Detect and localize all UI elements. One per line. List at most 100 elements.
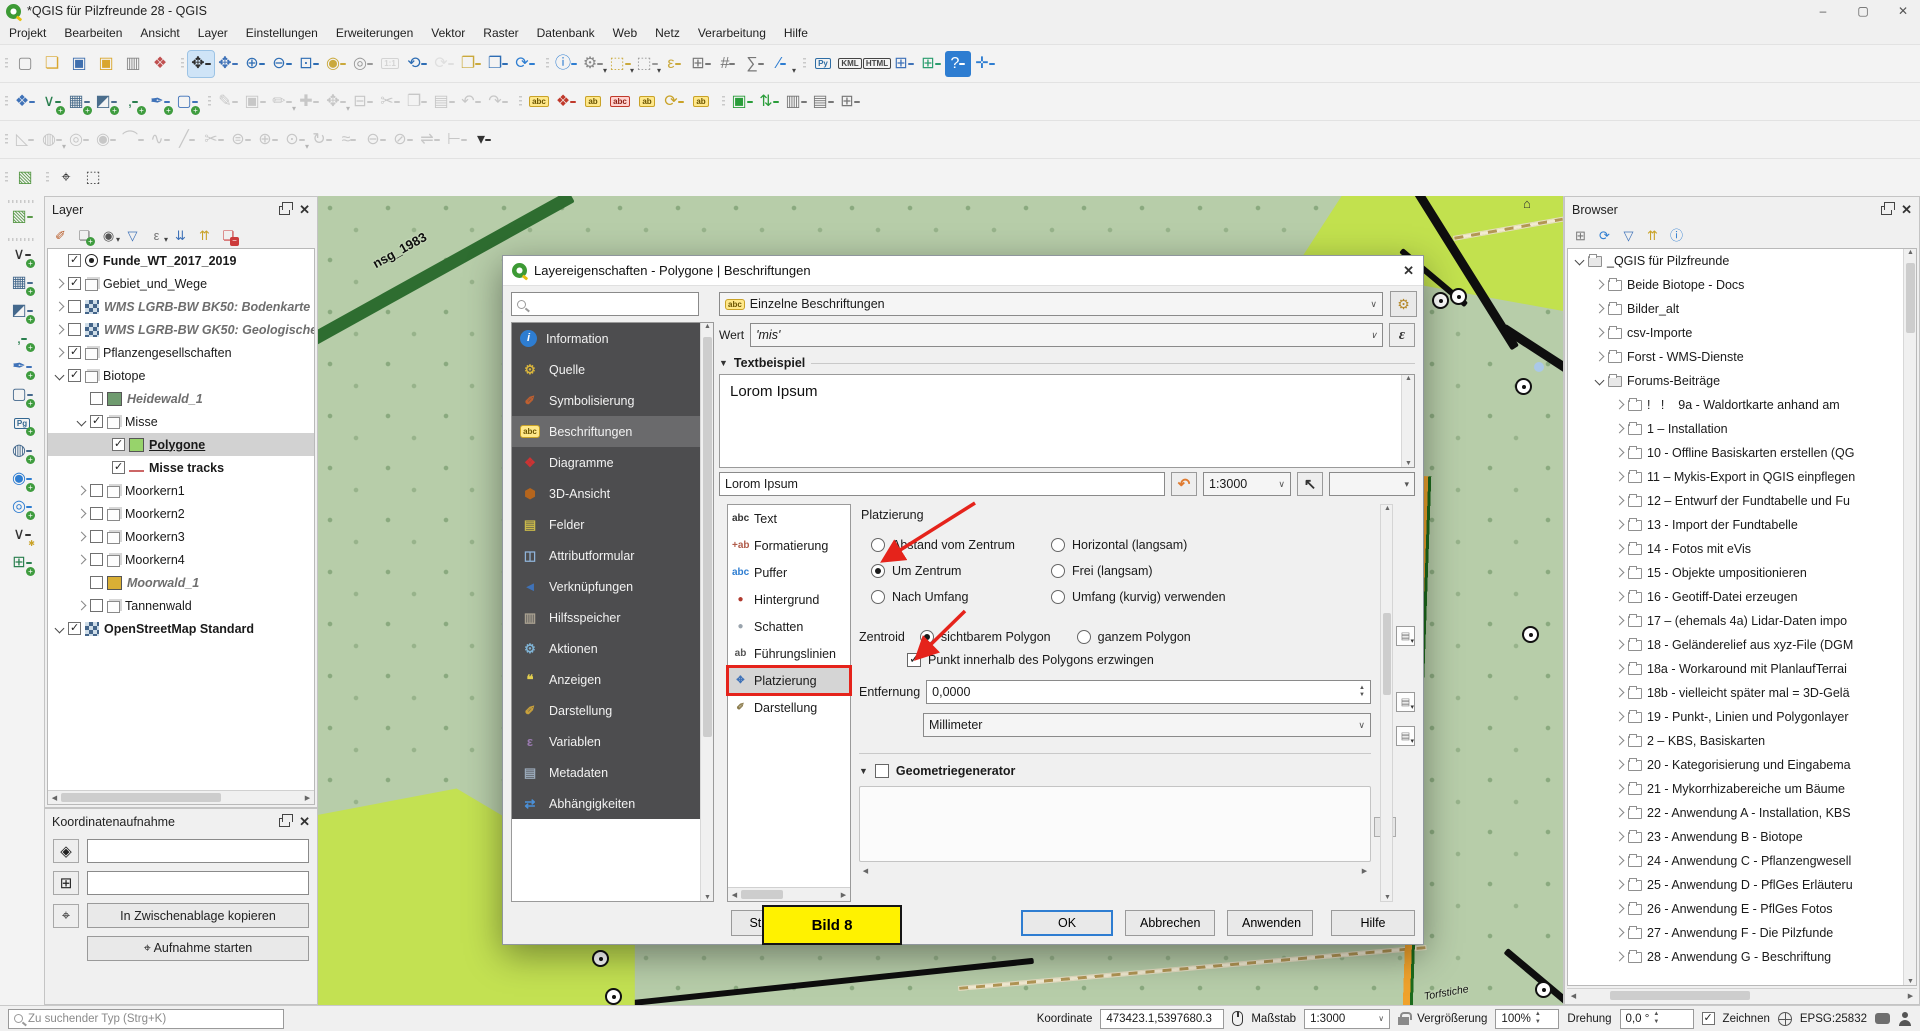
expander-icon[interactable] bbox=[52, 346, 66, 360]
expander-icon[interactable] bbox=[74, 484, 88, 498]
new-project-icon[interactable]: ▢ bbox=[12, 51, 38, 77]
go2go-sync-icon[interactable]: ⇅ bbox=[756, 89, 782, 115]
browser-tree-row[interactable]: 13 - Import der Fundtabelle bbox=[1568, 513, 1903, 537]
placement-radio[interactable]: Frei (langsam) bbox=[1051, 558, 1226, 584]
expander-icon[interactable] bbox=[74, 599, 88, 613]
merge-attributes-icon[interactable]: ⊜ bbox=[228, 127, 254, 153]
save-edits-icon[interactable]: ▣ bbox=[242, 89, 268, 115]
grid-coordinate-icon[interactable]: ⊞ bbox=[53, 871, 79, 895]
data-source-manager-icon[interactable]: ❖ bbox=[12, 89, 38, 115]
layer-tree-row[interactable]: WMS LGRB-BW BK50: Bodenkarte bbox=[48, 295, 314, 318]
filter-by-expression-icon[interactable]: ε bbox=[146, 225, 167, 246]
close-panel-icon[interactable]: ✕ bbox=[1901, 202, 1912, 218]
add-vector-layer-icon[interactable]: ∨ bbox=[39, 89, 65, 115]
label-settings-tab[interactable]: +ab Formatierung bbox=[728, 532, 850, 559]
expander-icon[interactable] bbox=[1612, 902, 1626, 916]
layer-labeling-icon[interactable]: abc bbox=[526, 89, 552, 115]
add-part-icon[interactable]: ◎ bbox=[66, 127, 92, 153]
zoom-last-icon[interactable]: ⟲ bbox=[404, 51, 430, 77]
distance-unit-combobox[interactable]: Millimeter∨ bbox=[923, 713, 1371, 737]
expander-icon[interactable] bbox=[1592, 278, 1606, 292]
menu-item[interactable]: Raster bbox=[474, 24, 527, 42]
menu-item[interactable]: Ansicht bbox=[131, 24, 188, 42]
cad-tools-icon[interactable]: ◺ bbox=[12, 127, 38, 153]
expander-icon[interactable] bbox=[52, 323, 66, 337]
layer-visibility-checkbox[interactable] bbox=[90, 507, 103, 520]
pan-to-selection-icon[interactable]: ✥ bbox=[215, 51, 241, 77]
change-label-icon[interactable]: ab bbox=[688, 89, 714, 115]
expander-icon[interactable] bbox=[1612, 806, 1626, 820]
layer-tree-row[interactable]: Gebiet_und_Wege bbox=[48, 272, 314, 295]
expander-icon[interactable] bbox=[1592, 302, 1606, 316]
expander-icon[interactable] bbox=[1612, 566, 1626, 580]
browser-tree-row[interactable]: 26 - Anwendung E - PflGes Fotos bbox=[1568, 897, 1903, 921]
preview-vscrollbar[interactable]: ▲ ▼ bbox=[1401, 375, 1414, 467]
menu-item[interactable]: Bearbeiten bbox=[55, 24, 131, 42]
expander-icon[interactable] bbox=[1592, 374, 1606, 388]
float-panel-icon[interactable] bbox=[279, 206, 290, 215]
sidebar-item[interactable]: ▤ Felder bbox=[512, 509, 700, 540]
placement-vscrollbar[interactable]: ▲ ▼ bbox=[1380, 504, 1393, 902]
zoom-in-icon[interactable]: ⊕ bbox=[242, 51, 268, 77]
layer-tree-row[interactable]: WMS LGRB-BW GK50: Geologische bbox=[48, 318, 314, 341]
layer-visibility-checkbox[interactable] bbox=[90, 576, 103, 589]
browser-vscrollbar[interactable]: ▲ ▼ bbox=[1903, 249, 1916, 985]
expander-icon[interactable] bbox=[1612, 470, 1626, 484]
layer-visibility-checkbox[interactable] bbox=[112, 461, 125, 474]
tab-list-hscrollbar[interactable]: ◀▶ bbox=[728, 887, 850, 901]
table-tools-icon[interactable]: ⊞ bbox=[918, 51, 944, 77]
layer-visibility-checkbox[interactable] bbox=[68, 346, 81, 359]
browser-tree-row[interactable]: 25 - Anwendung D - PflGes Erläuteru bbox=[1568, 873, 1903, 897]
automated-placement-settings-button[interactable]: ⚙ bbox=[1390, 291, 1417, 317]
add-point-cloud-layer-icon[interactable]: ⊞ bbox=[9, 550, 35, 576]
browser-tree-row[interactable]: 28 - Anwendung G - Beschriftung bbox=[1568, 945, 1903, 969]
add-virtual-layer-icon[interactable]: ▢ bbox=[9, 382, 35, 408]
coordinate-capture-icon[interactable]: ⌖ bbox=[53, 165, 79, 191]
browser-tree-row[interactable]: 14 - Fotos mit eVis bbox=[1568, 537, 1903, 561]
dialog-search[interactable] bbox=[511, 292, 699, 316]
expander-icon[interactable] bbox=[1612, 830, 1626, 844]
dwg-import-icon[interactable]: ▤ bbox=[810, 89, 836, 115]
menu-item[interactable]: Layer bbox=[189, 24, 237, 42]
sidebar-item[interactable]: ✐ Symbolisierung bbox=[512, 385, 700, 416]
expander-icon[interactable] bbox=[1612, 590, 1626, 604]
data-defined-override-button[interactable]: ▤ bbox=[1396, 626, 1415, 646]
browser-tree-row[interactable]: 18a - Workaround mit PlanlaufTerrai bbox=[1568, 657, 1903, 681]
expander-icon[interactable] bbox=[1612, 662, 1626, 676]
open-attribute-table-icon[interactable]: ⊞ bbox=[688, 51, 714, 77]
browser-tree-row[interactable]: 17 – (ehemals 4a) Lidar-Daten impo bbox=[1568, 609, 1903, 633]
trim-extend-icon[interactable]: ⊢ bbox=[444, 127, 470, 153]
layer-tree-row[interactable]: Misse bbox=[48, 410, 314, 433]
sidebar-item[interactable]: ▤ Metadaten bbox=[512, 757, 700, 788]
close-panel-icon[interactable]: ✕ bbox=[299, 814, 310, 830]
layer-visibility-checkbox[interactable] bbox=[90, 415, 103, 428]
expander-icon[interactable] bbox=[74, 530, 88, 544]
add-vector-layer-icon[interactable]: ∨ bbox=[9, 242, 35, 268]
map-refresh-icon[interactable]: ⟳ bbox=[512, 51, 538, 77]
expander-icon[interactable] bbox=[1592, 350, 1606, 364]
browser-tree-row[interactable]: 23 - Anwendung B - Biotope bbox=[1568, 825, 1903, 849]
expander-icon[interactable] bbox=[74, 576, 88, 590]
crs-globe-icon[interactable] bbox=[1778, 1012, 1792, 1026]
overview-map-icon[interactable]: ▧ bbox=[12, 165, 38, 191]
sidebar-item[interactable]: ε Variablen bbox=[512, 726, 700, 757]
geometry-generator-editor[interactable]: … bbox=[859, 786, 1371, 862]
browser-tree-row[interactable]: csv-Importe bbox=[1568, 321, 1903, 345]
browser-tree-row[interactable]: ! ! 9a - Waldortkarte anhand am bbox=[1568, 393, 1903, 417]
expander-icon[interactable] bbox=[52, 300, 66, 314]
browser-tree-row[interactable]: 19 - Punkt-, Linien und Polygonlayer bbox=[1568, 705, 1903, 729]
browser-tree-row[interactable]: Forst - WMS-Dienste bbox=[1568, 345, 1903, 369]
browser-tree-row[interactable]: Bilder_alt bbox=[1568, 297, 1903, 321]
layer-tree-row[interactable]: Misse tracks bbox=[48, 456, 314, 479]
label-settings-tab[interactable]: ✥ Platzierung bbox=[728, 667, 850, 694]
expander-icon[interactable] bbox=[1612, 854, 1626, 868]
scale-combobox[interactable]: 1:3000∨ bbox=[1304, 1009, 1390, 1029]
layer-tree-row[interactable]: Moorwald_1 bbox=[48, 571, 314, 594]
start-capture-button[interactable]: ⌖ Aufnahme starten bbox=[87, 936, 309, 961]
browser-tree-row[interactable]: 11 – Mykis-Export in QGIS einpflegen bbox=[1568, 465, 1903, 489]
browser-tree-row[interactable]: 18 - Geländerelief aus xyz-File (DGM bbox=[1568, 633, 1903, 657]
expander-icon[interactable] bbox=[52, 622, 66, 636]
locator-search[interactable]: Zu suchender Typ (Strg+K) bbox=[8, 1009, 284, 1029]
float-panel-icon[interactable] bbox=[279, 818, 290, 827]
kml-tools-icon[interactable]: KML bbox=[837, 51, 863, 77]
